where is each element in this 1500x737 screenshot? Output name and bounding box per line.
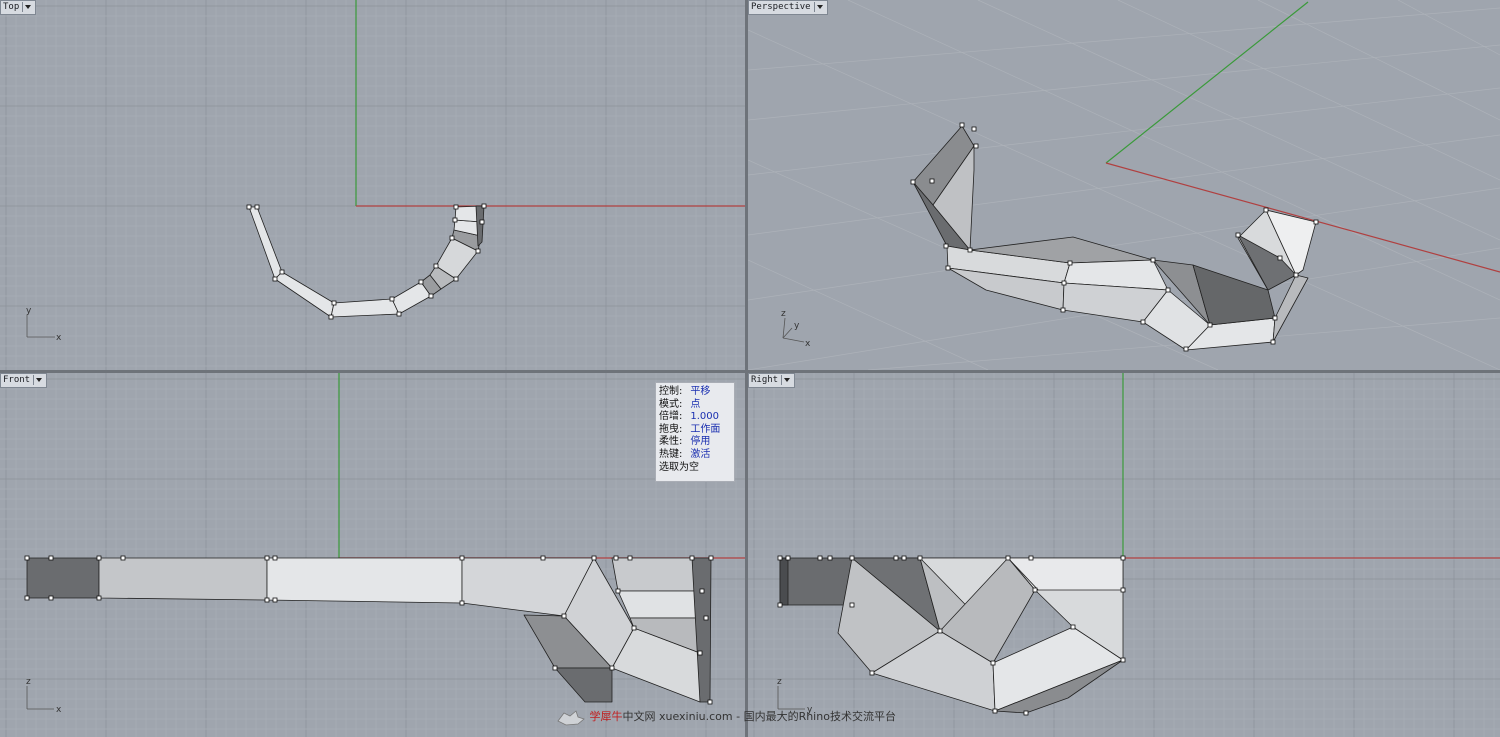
panel-value: 1.000 (690, 411, 720, 423)
viewport-title: Top (3, 2, 20, 12)
right-view-surface[interactable] (779, 557, 1124, 714)
viewport-title: Perspective (751, 2, 811, 12)
viewport-tab-top[interactable]: Top (0, 0, 37, 15)
panel-row-control: 控制: 平移 (659, 386, 731, 399)
panel-value: 工作面 (690, 423, 721, 435)
right-grid (748, 373, 1500, 737)
panel-value: 激活 (690, 448, 711, 460)
panel-key: 拖曳: (659, 423, 683, 435)
viewport-title: Front (3, 375, 31, 385)
panel-row-multiplier: 倍增: 1.000 (659, 411, 731, 424)
viewport-menu-icon[interactable] (781, 375, 793, 385)
viewport-tab-right[interactable]: Right (748, 373, 796, 388)
top-scene: y x (0, 0, 745, 370)
axis-label-z: z (777, 677, 782, 687)
axis-label-x: x (56, 705, 62, 715)
panel-key: 热键: (659, 448, 683, 460)
front-grid (0, 373, 745, 737)
panel-key: 倍增: (659, 411, 683, 423)
panel-key: 控制: (659, 386, 683, 397)
panel-row-drag: 拖曳: 工作面 (659, 424, 731, 437)
front-scene: z x (0, 373, 745, 737)
watermark-brand: 学犀牛 (589, 710, 623, 723)
rhino-logo-icon (557, 710, 585, 726)
axis-label-y: y (794, 321, 800, 331)
panel-row-hotkey: 热键: 激活 (659, 449, 731, 462)
watermark-site: 中文网 xuexiniu.com - 国内最大的Rhino技术交流平台 (622, 710, 896, 723)
panel-value: 平移 (690, 386, 711, 397)
panel-key: 柔性: (659, 436, 683, 448)
axis-label-y: y (26, 306, 32, 316)
front-view-surface[interactable] (26, 557, 712, 703)
right-scene: z y (748, 373, 1500, 737)
viewport-top[interactable]: y x Top (0, 0, 745, 370)
perspective-scene: z y x (748, 0, 1500, 370)
panel-value: 停用 (690, 436, 711, 448)
panel-row-mode: 模式: 点 (659, 399, 731, 412)
viewport-tab-front[interactable]: Front (0, 373, 48, 388)
perspective-surface[interactable] (912, 125, 1317, 351)
viewport-right[interactable]: z y Right (748, 373, 1500, 737)
viewport-menu-icon[interactable] (813, 2, 826, 12)
viewport-menu-icon[interactable] (33, 375, 45, 385)
drag-mode-panel[interactable]: 控制: 平移 模式: 点 倍增: 1.000 拖曳: 工作面 柔性: 停用 热键: 激活 选… (655, 382, 735, 482)
panel-value: 点 (690, 398, 701, 410)
axis-label-z: z (781, 309, 786, 319)
viewport-title: Right (751, 375, 779, 385)
axis-label-x: x (805, 339, 811, 349)
watermark: 学犀牛中文网 xuexiniu.com - 国内最大的Rhino技术交流平台 (556, 704, 896, 730)
panel-footer: 选取为空 (659, 461, 699, 473)
panel-key: 模式: (659, 398, 683, 410)
viewport-perspective[interactable]: z y x Perspective (748, 0, 1500, 370)
viewport-menu-icon[interactable] (22, 2, 34, 12)
axis-label-x: x (56, 333, 62, 343)
y-axis-line (1105, 1, 1309, 164)
viewport-front[interactable]: z x Front (0, 373, 745, 737)
viewport-tab-perspective[interactable]: Perspective (748, 0, 828, 15)
panel-row-soft: 柔性: 停用 (659, 436, 731, 449)
axis-label-z: z (26, 677, 31, 687)
top-view-surface[interactable] (248, 205, 485, 318)
axis-gizmo (26, 686, 54, 710)
